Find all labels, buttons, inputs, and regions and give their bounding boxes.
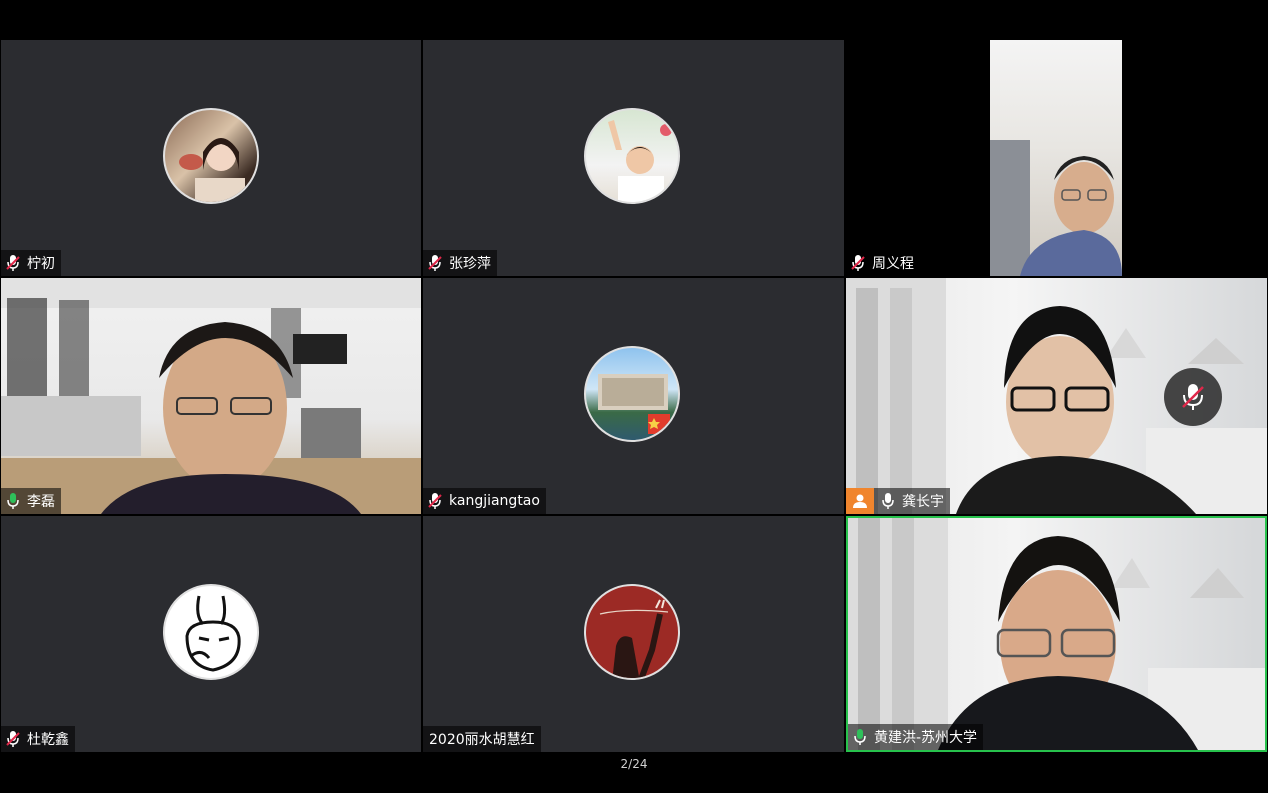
mic-muted-icon (5, 730, 21, 748)
participant-avatar (163, 584, 259, 680)
participant-namebar: 2020丽水胡慧红 (423, 726, 541, 752)
video-tile[interactable]: 张珍萍 (423, 40, 844, 276)
participant-name: 杜乾鑫 (27, 732, 69, 748)
participant-avatar (584, 584, 680, 680)
mic-muted-icon (850, 254, 866, 272)
mute-toggle-button[interactable] (1164, 368, 1222, 426)
video-tile[interactable]: 2020丽水胡慧红 (423, 516, 844, 752)
mic-muted-icon (427, 254, 443, 272)
participant-name: 张珍萍 (449, 256, 491, 272)
mic-muted-icon (1182, 384, 1204, 410)
participant-name: 2020丽水胡慧红 (429, 732, 535, 748)
participant-avatar (584, 346, 680, 442)
participant-name: 龚长宇 (902, 494, 944, 510)
video-tile[interactable]: 柠初 (1, 40, 421, 276)
participant-name: 周义程 (872, 256, 914, 272)
participant-video (848, 518, 1265, 750)
participant-namebar: kangjiangtao (423, 488, 546, 514)
participant-namebar: 柠初 (1, 250, 61, 276)
video-tile[interactable]: 杜乾鑫 (1, 516, 421, 752)
participant-namebar: 李磊 (1, 488, 61, 514)
page-indicator: 2/24 (620, 757, 648, 771)
mic-muted-icon (5, 254, 21, 272)
mic-active-icon (852, 728, 868, 746)
participant-namebar: 龚长宇 (846, 488, 950, 514)
participant-namebar: 杜乾鑫 (1, 726, 75, 752)
participant-name: 黄建洪-苏州大学 (874, 730, 978, 746)
participant-avatar (163, 108, 259, 204)
participant-namebar: 黄建洪-苏州大学 (848, 724, 984, 750)
mic-active-icon (880, 492, 896, 510)
video-tile[interactable]: 李磊 (1, 278, 421, 514)
video-tile[interactable]: 周义程 (846, 40, 1267, 276)
participant-namebar: 张珍萍 (423, 250, 497, 276)
host-person-icon (846, 488, 874, 514)
mic-active-icon (5, 492, 21, 510)
participant-video (990, 40, 1122, 276)
video-tile-active-speaker[interactable]: 黄建洪-苏州大学 (846, 516, 1267, 752)
participant-namebar: 周义程 (846, 250, 920, 276)
participant-name: kangjiangtao (449, 493, 540, 509)
mic-muted-icon (427, 492, 443, 510)
participant-name: 李磊 (27, 494, 55, 510)
video-tile[interactable]: kangjiangtao (423, 278, 844, 514)
video-tile[interactable]: 龚长宇 (846, 278, 1267, 514)
participant-avatar (584, 108, 680, 204)
participant-name: 柠初 (27, 256, 55, 272)
participant-video (1, 278, 421, 514)
